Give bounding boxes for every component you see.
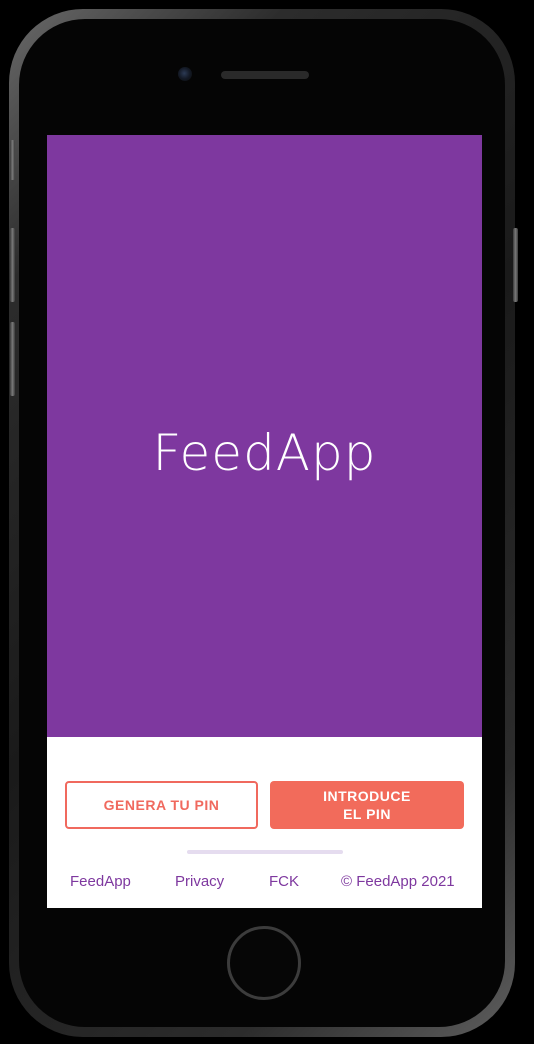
earpiece-speaker [221, 71, 309, 79]
divider-bar [187, 850, 343, 854]
volume-up-button [10, 228, 15, 302]
front-camera-icon [178, 67, 192, 81]
enter-pin-label: INTRODUCE EL PIN [323, 788, 411, 822]
splash-banner: FeedApp [47, 135, 482, 737]
silent-switch [10, 140, 15, 180]
enter-pin-button[interactable]: INTRODUCE EL PIN [270, 781, 464, 829]
footer-link-fck[interactable]: FCK [269, 873, 299, 890]
generate-pin-label: GENERA TU PIN [103, 797, 220, 813]
generate-pin-button[interactable]: GENERA TU PIN [65, 781, 258, 829]
app-screen: FeedApp GENERA TU PIN INTRODUCE EL PIN F… [47, 135, 482, 908]
footer-copyright: © FeedApp 2021 [341, 873, 455, 890]
home-button[interactable] [227, 926, 301, 1000]
footer-links: FeedApp Privacy FCK © FeedApp 2021 [47, 873, 482, 893]
footer-link-feedapp[interactable]: FeedApp [70, 873, 131, 890]
power-button [513, 228, 518, 302]
app-logo: FeedApp [152, 424, 377, 482]
volume-down-button [10, 322, 15, 396]
footer-link-privacy[interactable]: Privacy [175, 873, 224, 890]
